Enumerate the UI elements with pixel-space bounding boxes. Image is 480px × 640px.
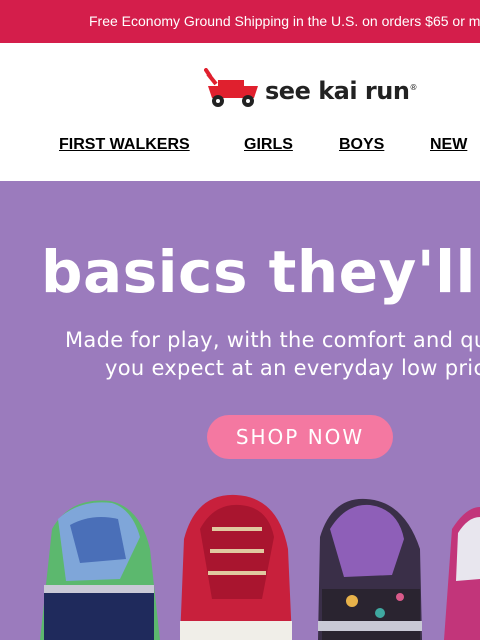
- nav-first-walkers[interactable]: FIRST WALKERS: [59, 136, 190, 154]
- hero-subline-1: Made for play, with the comfort and qu: [65, 328, 480, 352]
- hero-subline-2: you expect at an everyday low pric: [105, 356, 480, 380]
- shoe-blue-green: [40, 500, 160, 640]
- shoe-red: [180, 494, 292, 640]
- brand-wordmark[interactable]: see kai run®: [265, 77, 417, 105]
- shipping-banner-text: Free Economy Ground Shipping in the U.S.…: [89, 13, 480, 29]
- nav-girls[interactable]: GIRLS: [244, 136, 293, 154]
- hero-headline: basics they'll lo: [41, 238, 480, 306]
- shipping-banner[interactable]: Free Economy Ground Shipping in the U.S.…: [0, 0, 480, 43]
- shop-now-button[interactable]: SHOP NOW: [207, 415, 393, 459]
- hero-banner[interactable]: basics they'll lo Made for play, with th…: [0, 181, 480, 640]
- site-header: see kai run® FIRST WALKERS GIRLS BOYS NE…: [0, 43, 480, 181]
- nav-boys[interactable]: BOYS: [339, 136, 384, 154]
- nav-new[interactable]: NEW: [430, 136, 467, 154]
- red-wagon-icon[interactable]: [204, 68, 262, 108]
- shoe-pink: [444, 507, 480, 640]
- shoe-shimmer: [318, 498, 422, 640]
- shoes-image: [40, 494, 480, 640]
